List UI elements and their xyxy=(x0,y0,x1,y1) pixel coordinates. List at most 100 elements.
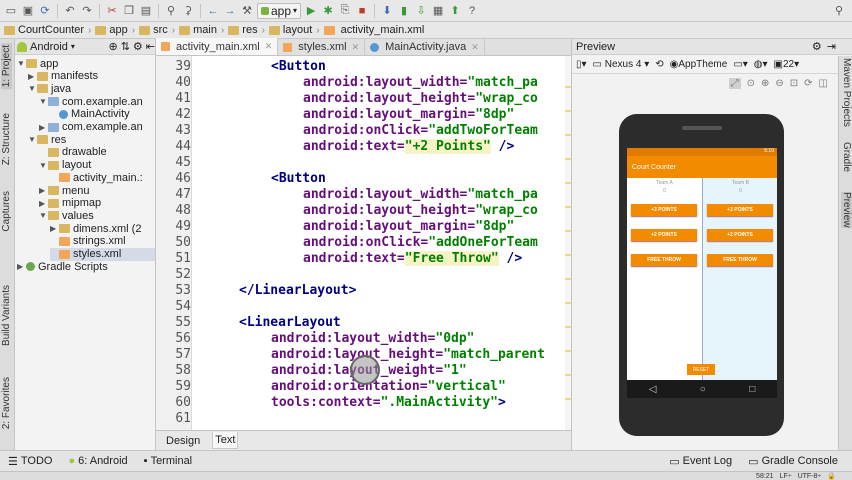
expanded-arrow-icon[interactable]: ▼ xyxy=(39,161,48,170)
expanded-arrow-icon[interactable]: ▼ xyxy=(39,211,48,220)
orientation-icon[interactable]: ⟲ xyxy=(655,59,663,70)
device-select[interactable]: ▭ Nexus 4 ▾ xyxy=(593,59,650,70)
replace-icon[interactable]: ⚳ xyxy=(181,4,195,18)
collapsed-arrow-icon[interactable]: ▶ xyxy=(28,72,37,81)
run-config-select[interactable]: app ▾ xyxy=(257,2,302,19)
tab-build-variants[interactable]: Build Variants xyxy=(1,285,12,346)
tree-item[interactable]: strings.xml xyxy=(50,235,155,248)
collapsed-arrow-icon[interactable]: ▶ xyxy=(50,224,59,233)
terminal-tab[interactable]: ▪ Terminal xyxy=(136,455,200,467)
tree-item[interactable]: ▶ menu xyxy=(39,184,155,197)
attach-debugger-icon[interactable]: ⎘ xyxy=(338,4,352,18)
event-log-tab[interactable]: ▭ Event Log xyxy=(661,455,740,468)
debug-icon[interactable]: ✱ xyxy=(321,4,335,18)
code-line[interactable]: android:text="Free Throw" /> xyxy=(303,251,522,267)
caret-position[interactable]: 58:21 xyxy=(756,473,774,480)
team-a-free-throw-button[interactable]: FREE THROW xyxy=(631,254,697,266)
settings-gear-icon[interactable]: ⚙ xyxy=(133,40,143,53)
team-a-plus2-button[interactable]: +2 POINTS xyxy=(631,229,697,241)
tab-structure[interactable]: Z: Structure xyxy=(1,113,12,165)
team-b-free-throw-button[interactable]: FREE THROW xyxy=(707,254,773,266)
save-icon[interactable]: ▣ xyxy=(21,4,35,18)
tree-item[interactable]: ▼ values xyxy=(39,209,155,222)
help-icon[interactable]: ? xyxy=(465,4,479,18)
cut-icon[interactable]: ✂ xyxy=(105,4,119,18)
tree-item[interactable]: ▼ com.example.an xyxy=(39,95,155,108)
expanded-arrow-icon[interactable]: ▼ xyxy=(39,97,48,106)
breadcrumb-res[interactable]: res xyxy=(228,24,258,36)
tree-item[interactable]: ▶ com.example.an xyxy=(39,121,155,134)
close-icon[interactable]: ✕ xyxy=(471,42,479,53)
lock-icon[interactable]: 🔒 xyxy=(827,472,836,480)
undo-icon[interactable]: ↶ xyxy=(63,4,77,18)
breadcrumb-file[interactable]: activity_main.xml xyxy=(323,24,424,36)
tab-activity-main-xml[interactable]: activity_main.xml ✕ xyxy=(156,38,279,55)
tab-preview[interactable]: Preview xyxy=(841,192,852,228)
team-b-plus3-button[interactable]: +3 POINTS xyxy=(707,204,773,216)
collapsed-arrow-icon[interactable]: ▶ xyxy=(39,123,48,132)
team-b-plus2-button[interactable]: +2 POINTS xyxy=(707,229,773,241)
api-level-select[interactable]: ▣22▾ xyxy=(774,59,800,70)
tree-item[interactable]: styles.xml xyxy=(50,247,155,261)
code-line[interactable]: android:layout_width="match_pa xyxy=(303,75,538,91)
hide-panel-icon[interactable]: ⇤ xyxy=(146,40,155,53)
code-line[interactable]: android:onClick="addTwoForTeam xyxy=(303,123,538,139)
nav-back-icon[interactable]: ◁ xyxy=(649,384,657,395)
tree-item[interactable]: MainActivity xyxy=(50,108,155,121)
code-line[interactable]: tools:context=".MainActivity"> xyxy=(271,395,506,411)
collapse-all-icon[interactable]: ⇅ xyxy=(121,40,130,53)
sdk-manager-icon[interactable]: ⬇ xyxy=(380,4,394,18)
expanded-arrow-icon[interactable]: ▼ xyxy=(28,135,37,144)
tree-item[interactable]: drawable xyxy=(39,146,155,159)
redo-icon[interactable]: ↷ xyxy=(80,4,94,18)
android-device-icon[interactable]: ⬆ xyxy=(448,4,462,18)
code-line[interactable]: android:text="+2 Points" /> xyxy=(303,139,514,155)
code-line[interactable]: android:layout_margin="8dp" xyxy=(303,107,514,123)
run-icon[interactable]: ▶ xyxy=(304,4,318,18)
search-everywhere-icon[interactable]: ⚲ xyxy=(832,4,846,18)
tab-captures[interactable]: Captures xyxy=(1,191,12,232)
sync-gradle-icon[interactable]: ⇩ xyxy=(414,4,428,18)
tab-design[interactable]: Design xyxy=(164,433,202,449)
code-line[interactable]: <LinearLayout xyxy=(239,315,341,331)
code-line[interactable]: </LinearLayout> xyxy=(239,283,356,299)
hide-panel-icon[interactable]: ⇥ xyxy=(827,40,836,53)
line-separator[interactable]: LF÷ xyxy=(780,473,792,480)
zoom-in-icon[interactable]: ⊕ xyxy=(761,78,769,89)
build-icon[interactable]: ⚒ xyxy=(240,4,254,18)
code-line[interactable]: android:layout_height="wrap_co xyxy=(303,203,538,219)
code-line[interactable]: android:layout_height="match_parent xyxy=(271,347,545,363)
breadcrumb-project[interactable]: CourtCounter xyxy=(4,24,84,36)
copy-icon[interactable]: ❐ xyxy=(122,4,136,18)
tree-item[interactable]: ▶ dimens.xml (2 xyxy=(50,222,155,235)
code-line[interactable]: <Button xyxy=(271,59,326,75)
code-line[interactable]: android:layout_margin="8dp" xyxy=(303,219,514,235)
android-monitor-icon[interactable]: ▦ xyxy=(431,4,445,18)
code-line[interactable]: <Button xyxy=(271,171,326,187)
forward-icon[interactable]: → xyxy=(223,4,237,18)
back-icon[interactable]: ← xyxy=(206,4,220,18)
tree-item[interactable]: ▶ mipmap xyxy=(39,197,155,210)
tab-text[interactable]: Text xyxy=(212,432,239,449)
tab-styles-xml[interactable]: styles.xml ✕ xyxy=(278,39,366,55)
tree-item[interactable]: ▼ java xyxy=(28,82,155,95)
collapsed-arrow-icon[interactable]: ▶ xyxy=(17,262,26,271)
collapsed-arrow-icon[interactable]: ▶ xyxy=(39,199,48,208)
breadcrumb-layout[interactable]: layout xyxy=(268,24,312,36)
find-icon[interactable]: ⚲ xyxy=(164,4,178,18)
close-icon[interactable]: ✕ xyxy=(352,42,360,53)
theme-select[interactable]: ◉AppTheme xyxy=(670,59,728,70)
team-a-plus3-button[interactable]: +3 POINTS xyxy=(631,204,697,216)
file-encoding[interactable]: UTF-8÷ xyxy=(798,473,822,480)
tab-favorites[interactable]: 2: Favorites xyxy=(1,377,12,429)
zoom-fit-icon[interactable]: ⤢ xyxy=(728,77,741,89)
tab-project[interactable]: 1: Project xyxy=(1,43,12,90)
tab-gradle[interactable]: Gradle xyxy=(841,142,852,172)
gradle-console-tab[interactable]: ▭ Gradle Console xyxy=(740,455,846,468)
tree-item[interactable]: ▼ layout xyxy=(39,159,155,172)
open-folder-icon[interactable]: ▭ xyxy=(4,4,18,18)
code-line[interactable]: android:layout_width="match_pa xyxy=(303,187,538,203)
capture-icon[interactable]: ◫ xyxy=(819,78,828,89)
tree-item[interactable]: activity_main.: xyxy=(50,171,155,184)
stop-icon[interactable]: ■ xyxy=(355,4,369,18)
